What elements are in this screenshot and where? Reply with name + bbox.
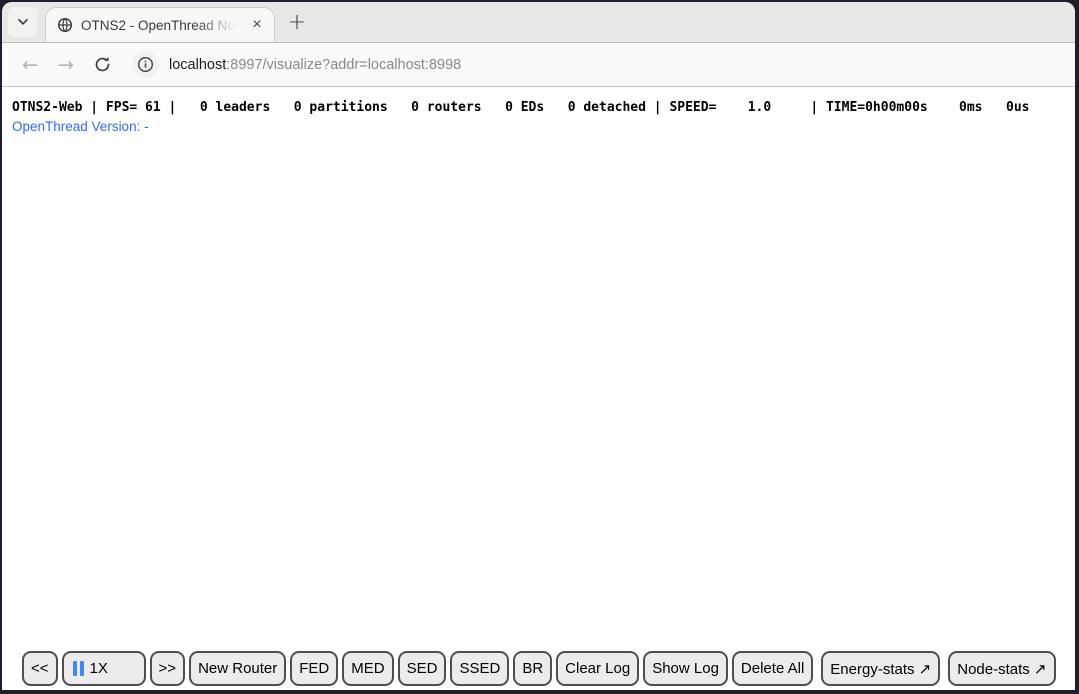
clear-log-button[interactable]: Clear Log bbox=[556, 651, 639, 686]
openthread-version-text: OpenThread Version: - bbox=[12, 119, 149, 134]
energy-stats-button[interactable]: Energy-stats ↗ bbox=[821, 651, 940, 686]
reload-button[interactable] bbox=[84, 49, 120, 81]
globe-favicon-icon bbox=[57, 17, 73, 33]
rewind-button[interactable]: << bbox=[22, 651, 58, 686]
pause-icon bbox=[73, 661, 84, 676]
speed-button[interactable]: 1X bbox=[62, 651, 146, 686]
browser-tab[interactable]: OTNS2 - OpenThread Ne × bbox=[45, 7, 275, 42]
url-bar[interactable]: localhost:8997/visualize?addr=localhost:… bbox=[132, 51, 461, 78]
new-tab-button[interactable]: + bbox=[282, 7, 312, 37]
url-host: localhost bbox=[169, 57, 226, 73]
tab-close-icon[interactable]: × bbox=[248, 16, 266, 34]
delete-all-button[interactable]: Delete All bbox=[732, 651, 813, 686]
tab-search-button[interactable] bbox=[8, 7, 38, 37]
tab-strip: OTNS2 - OpenThread Ne × + bbox=[2, 2, 1075, 43]
info-icon bbox=[137, 56, 154, 73]
speed-label: 1X bbox=[90, 660, 108, 677]
fed-button[interactable]: FED bbox=[290, 651, 338, 686]
tab-title: OTNS2 - OpenThread Ne bbox=[81, 18, 240, 33]
br-button[interactable]: BR bbox=[513, 651, 552, 686]
new-router-button[interactable]: New Router bbox=[189, 651, 286, 686]
back-button[interactable]: ← bbox=[12, 49, 48, 81]
forward-button[interactable]: → bbox=[48, 49, 84, 81]
browser-window: OTNS2 - OpenThread Ne × + ← → bbox=[2, 2, 1075, 690]
control-bar: << 1X >> New Router FED MED SED SSED BR … bbox=[22, 651, 1056, 686]
fast-forward-button[interactable]: >> bbox=[150, 651, 186, 686]
reload-icon bbox=[94, 56, 111, 73]
ssed-button[interactable]: SSED bbox=[450, 651, 509, 686]
med-button[interactable]: MED bbox=[342, 651, 393, 686]
node-stats-button[interactable]: Node-stats ↗ bbox=[948, 651, 1055, 686]
page-content: OTNS2-Web | FPS= 61 | 0 leaders 0 partit… bbox=[2, 87, 1075, 690]
site-info-button[interactable] bbox=[132, 51, 159, 78]
show-log-button[interactable]: Show Log bbox=[643, 651, 728, 686]
simulation-status-line: OTNS2-Web | FPS= 61 | 0 leaders 0 partit… bbox=[12, 100, 1029, 115]
sed-button[interactable]: SED bbox=[398, 651, 447, 686]
url-path: :8997/visualize?addr=localhost:8998 bbox=[226, 57, 461, 73]
url-text[interactable]: localhost:8997/visualize?addr=localhost:… bbox=[169, 57, 461, 73]
address-toolbar: ← → localhost:8997/visualize bbox=[2, 43, 1075, 87]
chevron-down-icon bbox=[17, 13, 29, 31]
